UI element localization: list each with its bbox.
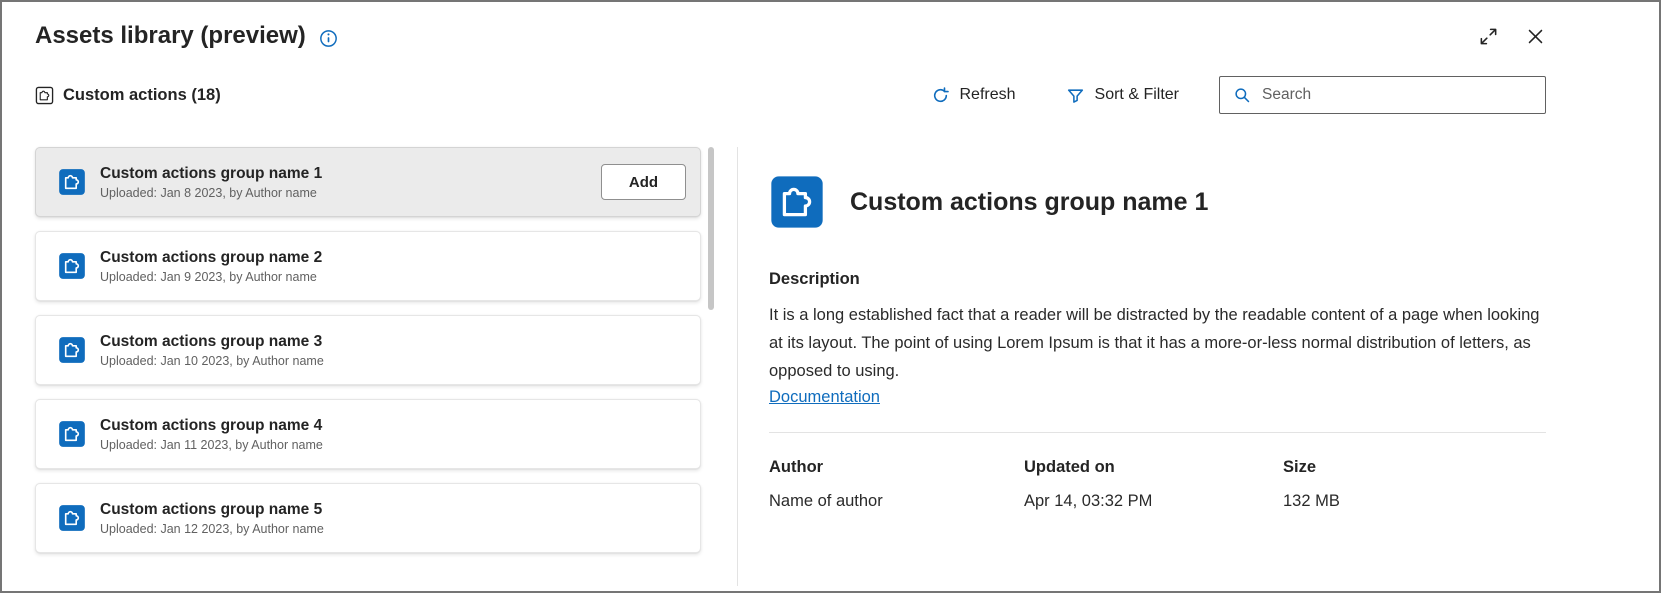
search-box [1219,76,1546,114]
list-item-title: Custom actions group name 1 [100,164,323,182]
detail-title: Custom actions group name 1 [850,187,1209,216]
list-item[interactable]: Custom actions group name 5 Uploaded: Ja… [35,483,701,553]
info-icon[interactable] [318,28,339,49]
close-icon[interactable] [1525,26,1546,47]
puzzle-tile-icon [58,336,86,364]
author-label: Author [769,458,824,476]
refresh-button[interactable]: Refresh [923,80,1024,111]
list-scrollbar [708,147,714,586]
size-label: Size [1283,458,1317,476]
list-item-title: Custom actions group name 5 [100,500,323,518]
puzzle-tile-icon [58,504,86,532]
updated-on-label: Updated on [1024,458,1115,476]
list-item-subtitle: Uploaded: Jan 11 2023, by Author name [100,437,323,452]
horizontal-divider [769,432,1546,433]
list-item-title: Custom actions group name 4 [100,416,323,434]
list-item-title: Custom actions group name 2 [100,248,323,266]
list-item[interactable]: Custom actions group name 3 Uploaded: Ja… [35,315,701,385]
updated-on-value: Apr 14, 03:32 PM [1024,492,1153,510]
sort-filter-button[interactable]: Sort & Filter [1058,80,1187,111]
refresh-icon [933,86,949,102]
section-label: Custom actions (18) [63,85,221,104]
add-button[interactable]: Add [601,164,686,200]
sort-filter-label: Sort & Filter [1094,86,1179,103]
filter-icon [1067,88,1083,103]
list-item[interactable]: Custom actions group name 4 Uploaded: Ja… [35,399,701,469]
metadata-row: Author Name of author Updated on Apr 14,… [769,458,1546,511]
puzzle-outline-icon [35,86,54,104]
puzzle-tile-icon [58,168,86,196]
puzzle-tile-icon [58,420,86,448]
section-header: Custom actions (18) [35,86,221,105]
expand-icon[interactable] [1478,26,1499,47]
size-value: 132 MB [1283,492,1340,510]
list-item[interactable]: Custom actions group name 2 Uploaded: Ja… [35,231,701,301]
scrollbar-thumb[interactable] [708,147,714,310]
custom-actions-list: Custom actions group name 1 Uploaded: Ja… [35,147,701,586]
refresh-label: Refresh [959,86,1016,103]
assets-library-dialog: Assets library (preview) Custom actions … [0,0,1661,593]
puzzle-tile-icon [58,252,86,280]
list-item-title: Custom actions group name 3 [100,332,323,350]
list-item-subtitle: Uploaded: Jan 12 2023, by Author name [100,521,324,536]
description-heading: Description [769,270,860,288]
list-item[interactable]: Custom actions group name 1 Uploaded: Ja… [35,147,701,217]
search-input[interactable] [1260,85,1535,105]
puzzle-tile-icon [769,174,825,230]
toolbar: Custom actions (18) Refresh Sort & Filte… [35,76,1546,114]
documentation-link[interactable]: Documentation [769,388,880,407]
content-area: Custom actions group name 1 Uploaded: Ja… [35,147,1546,586]
list-item-subtitle: Uploaded: Jan 9 2023, by Author name [100,269,317,284]
page-title: Assets library (preview) [35,22,306,49]
author-value: Name of author [769,492,883,510]
description-text: It is a long established fact that a rea… [769,306,1540,380]
list-item-subtitle: Uploaded: Jan 10 2023, by Author name [100,353,324,368]
list-item-subtitle: Uploaded: Jan 8 2023, by Author name [100,185,317,200]
dialog-header: Assets library (preview) [35,2,1546,50]
search-icon [1235,88,1250,103]
detail-pane: Custom actions group name 1 Description … [738,147,1546,586]
